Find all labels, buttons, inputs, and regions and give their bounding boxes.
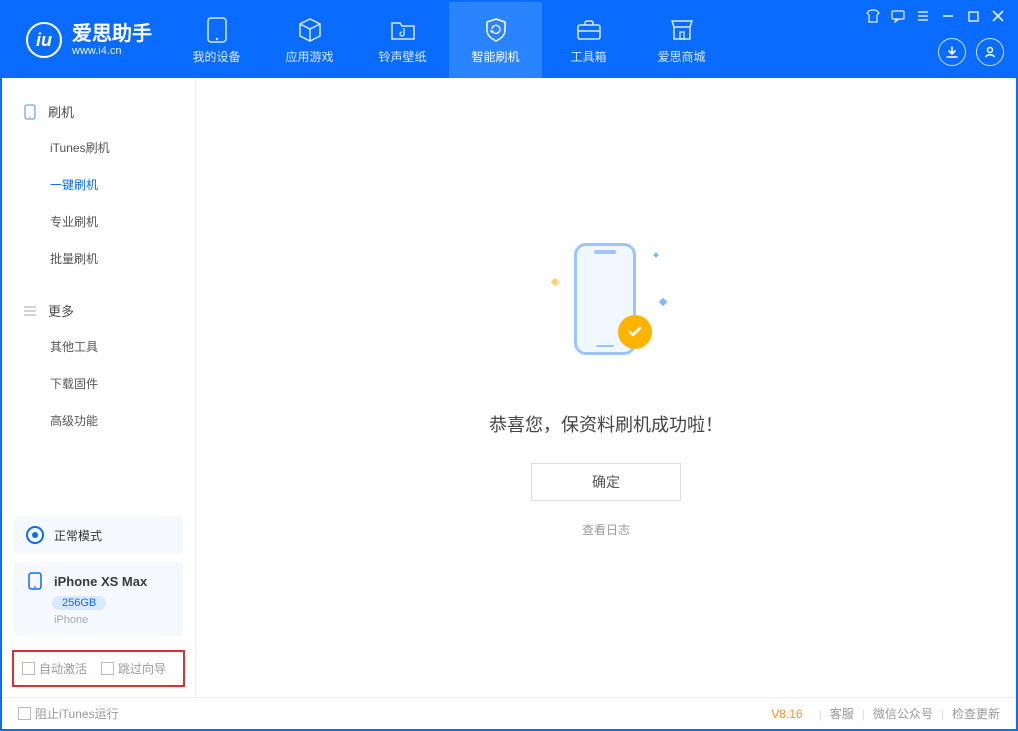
maximize-icon[interactable]: [965, 8, 981, 24]
app-url: www.i4.cn: [72, 45, 152, 57]
storage-badge: 256GB: [52, 596, 106, 610]
spark-icon: [659, 298, 667, 306]
checkbox-icon: [18, 707, 31, 720]
sidebar-item-onekey[interactable]: 一键刷机: [2, 166, 195, 203]
mode-icon: [26, 526, 44, 544]
wechat-link[interactable]: 微信公众号: [873, 705, 933, 722]
sidebar-header-flash: 刷机: [2, 94, 195, 129]
success-illustration: [536, 237, 676, 377]
section-title: 更多: [48, 301, 74, 320]
device-icon: [26, 572, 44, 590]
tab-store[interactable]: 爱思商城: [635, 2, 728, 78]
confirm-button[interactable]: 确定: [531, 463, 681, 501]
success-message: 恭喜您，保资料刷机成功啦！: [489, 411, 723, 437]
header: iu 爱思助手 www.i4.cn 我的设备 应用游戏: [2, 2, 1016, 78]
tab-label: 应用游戏: [285, 48, 333, 65]
spark-icon: [653, 252, 659, 258]
body: 刷机 iTunes刷机 一键刷机 专业刷机 批量刷机 更多 其他工具 下载固件 …: [2, 78, 1016, 697]
check-label: 自动激活: [39, 660, 87, 677]
sidebar-spacer: [2, 439, 195, 508]
folder-music-icon: [389, 16, 417, 44]
check-badge-icon: [618, 315, 652, 349]
tab-apps[interactable]: 应用游戏: [263, 2, 356, 78]
sidebar-item-batch[interactable]: 批量刷机: [2, 240, 195, 277]
logo-icon: iu: [26, 22, 62, 58]
sidebar-section-flash: 刷机 iTunes刷机 一键刷机 专业刷机 批量刷机: [2, 78, 195, 277]
tab-device[interactable]: 我的设备: [170, 2, 263, 78]
footer: 阻止iTunes运行 V8.16 | 客服 | 微信公众号 | 检查更新: [2, 697, 1016, 729]
tab-ringtone[interactable]: 铃声壁纸: [356, 2, 449, 78]
tab-label: 爱思商城: [657, 48, 705, 65]
cube-icon: [296, 16, 324, 44]
app-window: iu 爱思助手 www.i4.cn 我的设备 应用游戏: [0, 0, 1018, 731]
menu-icon[interactable]: [915, 8, 931, 24]
shield-refresh-icon: [482, 16, 510, 44]
feedback-icon[interactable]: [890, 8, 906, 24]
user-button[interactable]: [976, 38, 1004, 66]
tab-label: 我的设备: [192, 48, 240, 65]
section-title: 刷机: [48, 102, 74, 121]
list-icon: [22, 303, 38, 319]
app-title: 爱思助手: [72, 23, 152, 45]
update-link[interactable]: 检查更新: [952, 705, 1000, 722]
separator: |: [819, 707, 822, 721]
support-link[interactable]: 客服: [830, 705, 854, 722]
tab-label: 智能刷机: [471, 48, 519, 65]
sidebar-section-more: 更多 其他工具 下载固件 高级功能: [2, 277, 195, 439]
device-icon: [203, 16, 231, 44]
logo-text: 爱思助手 www.i4.cn: [72, 23, 152, 57]
logo: iu 爱思助手 www.i4.cn: [2, 22, 170, 58]
check-label: 阻止iTunes运行: [35, 705, 119, 722]
device-card[interactable]: iPhone XS Max 256GB iPhone: [14, 562, 183, 636]
tab-toolbox[interactable]: 工具箱: [542, 2, 635, 78]
sidebar: 刷机 iTunes刷机 一键刷机 专业刷机 批量刷机 更多 其他工具 下载固件 …: [2, 78, 196, 697]
sidebar-item-other[interactable]: 其他工具: [2, 328, 195, 365]
window-controls: [865, 8, 1006, 24]
tab-label: 工具箱: [570, 48, 606, 65]
footer-right: V8.16 | 客服 | 微信公众号 | 检查更新: [771, 705, 1000, 722]
store-icon: [668, 16, 696, 44]
main-tabs: 我的设备 应用游戏 铃声壁纸 智能刷机: [170, 2, 728, 78]
main-content: 恭喜您，保资料刷机成功啦！ 确定 查看日志: [196, 78, 1016, 697]
device-mode[interactable]: 正常模式: [14, 516, 183, 554]
device-row: iPhone XS Max: [26, 572, 171, 590]
tab-label: 铃声壁纸: [378, 48, 426, 65]
briefcase-icon: [575, 16, 603, 44]
checkbox-icon: [101, 662, 114, 675]
check-label: 跳过向导: [118, 660, 166, 677]
check-block-itunes[interactable]: 阻止iTunes运行: [18, 705, 119, 722]
sidebar-item-download[interactable]: 下载固件: [2, 365, 195, 402]
separator: |: [862, 707, 865, 721]
checkbox-icon: [22, 662, 35, 675]
sidebar-item-advanced[interactable]: 高级功能: [2, 402, 195, 439]
device-name: iPhone XS Max: [54, 574, 147, 589]
version-label: V8.16: [771, 707, 802, 721]
close-icon[interactable]: [990, 8, 1006, 24]
check-auto-activate[interactable]: 自动激活: [22, 660, 87, 677]
separator: |: [941, 707, 944, 721]
tshirt-icon[interactable]: [865, 8, 881, 24]
sidebar-item-pro[interactable]: 专业刷机: [2, 203, 195, 240]
check-skip-guide[interactable]: 跳过向导: [101, 660, 166, 677]
sidebar-header-more: 更多: [2, 293, 195, 328]
download-button[interactable]: [938, 38, 966, 66]
view-log-link[interactable]: 查看日志: [582, 521, 630, 538]
highlighted-checks: 自动激活 跳过向导: [12, 650, 185, 687]
device-type: iPhone: [54, 614, 171, 626]
tab-flash[interactable]: 智能刷机: [449, 2, 542, 78]
mode-label: 正常模式: [54, 527, 102, 544]
header-actions: [938, 38, 1004, 66]
phone-icon: [22, 104, 38, 120]
minimize-icon[interactable]: [940, 8, 956, 24]
spark-icon: [551, 278, 559, 286]
sidebar-item-itunes[interactable]: iTunes刷机: [2, 129, 195, 166]
